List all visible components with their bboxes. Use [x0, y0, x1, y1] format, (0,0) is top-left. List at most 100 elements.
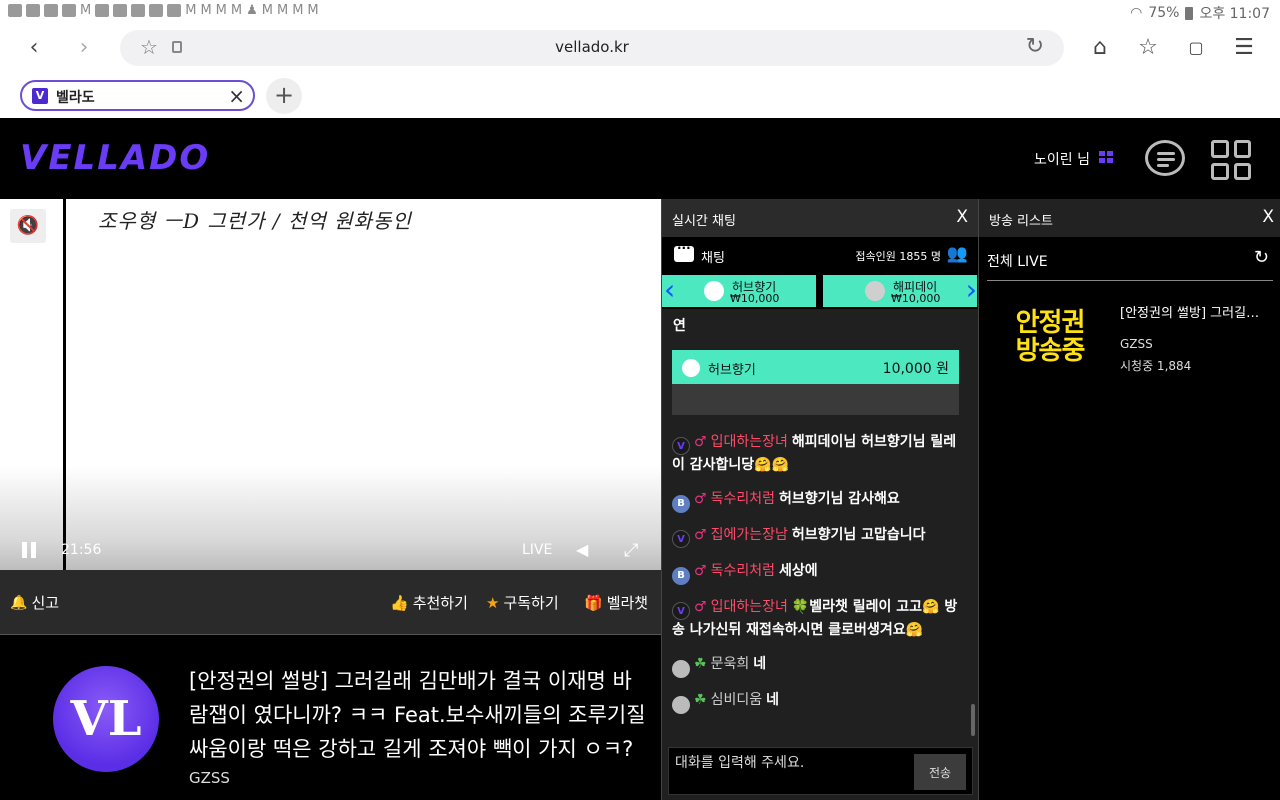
close-tab-icon[interactable]: ×	[228, 84, 245, 108]
vellado-favicon-icon: V	[32, 88, 48, 104]
app-icon	[167, 4, 182, 17]
video-player[interactable]: 조우형 ㅡD 그런가 / 천억 원화동인 🔇 21:56 LIVE ◀ ⤢	[0, 199, 661, 570]
close-broadcast-list-button[interactable]: X	[1262, 207, 1274, 227]
reload-icon[interactable]: ↻	[1026, 34, 1044, 59]
live-chat-panel: 실시간 채팅 X 채팅 접속인원 1855 명 👥 허브향기 ₩10,000 해…	[661, 199, 979, 800]
fullscreen-icon[interactable]: ⤢	[624, 540, 638, 561]
people-icon[interactable]: 👥	[947, 244, 968, 264]
chat-message: B ♂ 독수리처럼 허브향기님 감사해요	[672, 489, 959, 513]
message-fragment: 연	[673, 318, 686, 334]
subscribe-button[interactable]: ★ 구독하기	[486, 592, 559, 613]
user-badge-icon: G	[672, 696, 690, 714]
chat-input[interactable]	[675, 752, 905, 774]
donor-amount: ₩10,000	[730, 292, 780, 305]
send-button[interactable]: 전송	[914, 754, 966, 790]
vellachat-button[interactable]: 🎁 벨라챗	[584, 592, 648, 613]
broadcast-list-header: 방송 리스트 X	[979, 199, 1280, 237]
browser-toolbar: ‹ › ☆ vellado.kr ↻ ⌂ ☆ ▢ ☰	[0, 24, 1280, 72]
forward-icon[interactable]: ›	[70, 34, 98, 62]
level-icon: ♂	[694, 563, 707, 579]
chevron-right-icon[interactable]: ›	[966, 275, 977, 305]
action-bar: 🔔 신고 👍 추천하기 ★ 구독하기 🎁 벨라챗	[0, 570, 661, 635]
donor-amount: ₩10,000	[891, 292, 941, 305]
menu-icon[interactable]: ☰	[1230, 34, 1258, 62]
donor-card[interactable]: 허브향기 ₩10,000	[662, 275, 816, 307]
chat-nick[interactable]: 입대하는장녀	[711, 599, 788, 615]
new-tab-button[interactable]: +	[266, 78, 302, 114]
chat-nick[interactable]: 문욱희	[711, 656, 750, 672]
chat-message: V ♂ 입대하는장녀 해피데이님 허브향기님 릴레이 감사합니당🤗🤗	[672, 432, 959, 476]
user-badge-icon: V	[672, 602, 690, 620]
mail-icon: M	[307, 3, 319, 18]
chat-header: 실시간 채팅 X	[662, 199, 978, 237]
donor-card[interactable]: 해피데이 ₩10,000	[823, 275, 977, 307]
cloud-icon	[62, 4, 76, 17]
user-badge-icon: G	[672, 660, 690, 678]
close-chat-button[interactable]: X	[956, 207, 968, 227]
youtube-icon	[26, 4, 40, 17]
image-icon	[44, 4, 58, 17]
chat-nick[interactable]: 독수리처럼	[711, 491, 775, 507]
chat-text: 허브향기님 감사해요	[778, 491, 900, 507]
apps-grid-icon[interactable]	[1211, 140, 1251, 180]
user-badge-icon: V	[672, 437, 690, 455]
tab-strip: V 벨라도 × +	[0, 72, 1280, 118]
mute-button[interactable]: 🔇	[10, 209, 46, 243]
report-button[interactable]: 🔔 신고	[10, 592, 59, 613]
youtube-icon	[8, 4, 22, 17]
chat-text: 세상에	[778, 563, 818, 579]
chat-bubble-icon[interactable]	[1145, 140, 1185, 176]
mail-icon: M	[230, 3, 243, 18]
pause-icon[interactable]	[20, 542, 40, 560]
channel-name[interactable]: GZSS	[189, 769, 230, 787]
chat-scrollbar[interactable]	[971, 704, 975, 736]
video-overlay-text: 조우형 ㅡD 그런가 / 천억 원화동인	[98, 209, 412, 233]
back-icon[interactable]: ‹	[20, 34, 48, 62]
url-text[interactable]: vellado.kr	[120, 38, 1064, 56]
donor-avatar	[865, 281, 885, 301]
video-frame-line	[63, 199, 66, 570]
person-icon: ♟	[246, 3, 258, 18]
chat-message: B ♂ 독수리처럼 세상에	[672, 561, 959, 585]
subscribe-label: 구독하기	[503, 594, 559, 612]
chat-message: V ♂ 집에가는장남 허브향기님 고맙습니다	[672, 525, 959, 548]
chat-message: G ☘ 심비디움 네	[672, 690, 959, 714]
clover-icon: ☘	[694, 692, 707, 708]
home-icon[interactable]: ⌂	[1086, 34, 1114, 62]
broadcast-thumbnail[interactable]: 안정권 방송중	[1007, 297, 1093, 377]
chevron-left-icon[interactable]: ‹	[664, 275, 675, 305]
user-label[interactable]: 노이린 님	[1034, 149, 1090, 169]
broadcast-list-panel: 방송 리스트 X 전체 LIVE ↻ 안정권 방송중 [안정권의 썰방] 그러길…	[978, 199, 1280, 800]
stream-title: [안정권의 썰방] 그러길래 김만배가 결국 이재명 바람잽이 였다니까? ㅋㅋ…	[189, 669, 646, 761]
vellado-logo[interactable]: VELLADO	[20, 138, 210, 178]
report-label: 신고	[31, 594, 60, 612]
live-label[interactable]: LIVE	[522, 542, 552, 558]
chat-nick[interactable]: 독수리처럼	[711, 563, 775, 579]
volume-icon[interactable]: ◀	[576, 540, 588, 559]
chat-title: 실시간 채팅	[672, 214, 736, 229]
tabs-icon[interactable]: ▢	[1182, 34, 1210, 62]
chat-text: 네	[766, 692, 779, 708]
battery-icon	[1185, 6, 1194, 20]
flipboard-icon	[95, 4, 110, 17]
live-tab[interactable]: 전체 LIVE ↻	[987, 241, 1273, 281]
channel-avatar[interactable]: VL	[53, 666, 159, 772]
broadcast-viewers: 시청중 1,884	[1120, 359, 1192, 373]
chat-nick[interactable]: 집에가는장남	[711, 527, 788, 543]
address-bar[interactable]: ☆ vellado.kr ↻	[120, 30, 1064, 66]
chat-nick[interactable]: 입대하는장녀	[711, 434, 788, 450]
recommend-button[interactable]: 👍 추천하기	[390, 592, 468, 613]
browser-tab[interactable]: V 벨라도 ×	[20, 80, 255, 111]
user-grid-icon[interactable]	[1099, 151, 1113, 163]
mail-icon: M	[261, 3, 273, 18]
level-icon: ♂	[694, 491, 707, 507]
star-icon: ★	[486, 593, 500, 612]
level-icon: ♂	[694, 599, 707, 615]
refresh-icon[interactable]: ↻	[1254, 247, 1269, 268]
viewer-count: 접속인원 1855 명	[855, 250, 941, 263]
chat-nick[interactable]: 심비디움	[711, 692, 763, 708]
user-badge-icon: B	[672, 495, 690, 513]
vellachat-label: 벨라챗	[606, 594, 649, 612]
bookmarks-icon[interactable]: ☆	[1134, 34, 1162, 62]
broadcast-title[interactable]: [안정권의 썰방] 그러길래 김만배가 결국 이재명 바람잽이	[1120, 302, 1270, 321]
